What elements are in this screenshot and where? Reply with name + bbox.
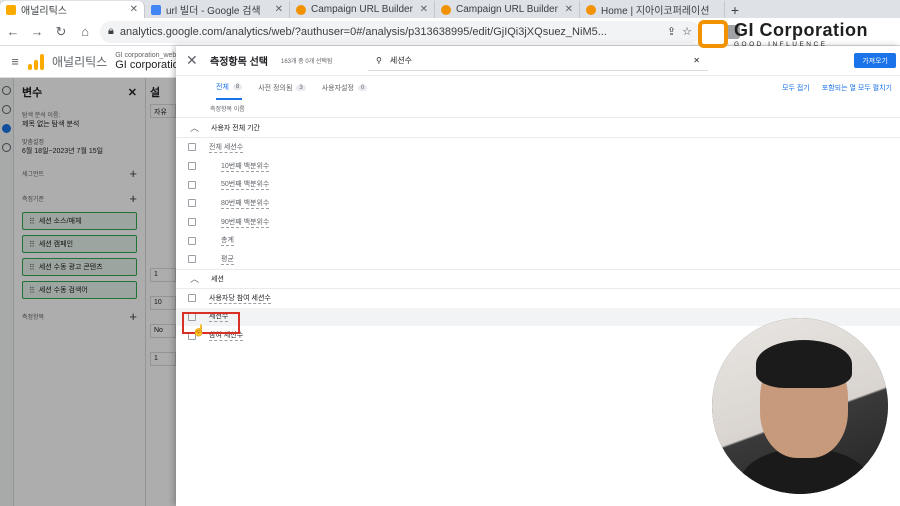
tab-all[interactable]: 전체 8 xyxy=(216,76,243,100)
lock-icon: 🔒︎ xyxy=(108,25,114,37)
checkbox[interactable] xyxy=(188,255,196,264)
metric-row[interactable]: 전체 세션수 xyxy=(176,138,900,157)
url-text: analytics.google.com/analytics/web/?auth… xyxy=(119,25,607,38)
address-bar[interactable]: 🔒︎ analytics.google.com/analytics/web/?a… xyxy=(100,20,700,43)
browser-tab-label: Campaign URL Builder xyxy=(311,4,413,15)
highlight-box xyxy=(182,312,240,334)
search-input[interactable]: ⚲ 세션수 ✕ xyxy=(368,51,708,71)
browser-tab-label: Home | 지아이코퍼레이션 xyxy=(601,6,710,17)
close-tab-icon[interactable]: ✕ xyxy=(275,4,283,15)
analytics-logo-icon xyxy=(28,53,44,70)
browser-tab-label: 애널리틱스 xyxy=(21,6,67,17)
menu-icon[interactable]: ≡ xyxy=(10,54,20,69)
brand-watermark: GI Corporation GOOD INFLUENCE xyxy=(698,20,868,48)
campaign-icon xyxy=(296,4,306,15)
bookmark-star-icon[interactable]: ☆ xyxy=(682,25,692,38)
analytics-icon xyxy=(6,4,16,15)
chevron-up-icon[interactable]: ︿ xyxy=(190,272,199,285)
search-icon: ⚲ xyxy=(376,56,382,65)
close-tab-icon[interactable]: ✕ xyxy=(420,4,428,15)
browser-tab[interactable]: Campaign URL Builder ✕ xyxy=(290,1,435,18)
clear-search-icon[interactable]: ✕ xyxy=(693,56,700,65)
home-site-icon xyxy=(586,4,596,15)
browser-tab[interactable]: url 빌더 - Google 검색 ✕ xyxy=(145,1,290,18)
browser-tab[interactable]: 애널리틱스 ✕ xyxy=(0,1,145,18)
checkbox[interactable] xyxy=(188,180,196,189)
tab-predefined[interactable]: 사전 정의됨 3 xyxy=(258,76,306,100)
checkbox[interactable] xyxy=(188,143,196,152)
home-icon[interactable]: ⌂ xyxy=(76,24,94,39)
expand-included-link[interactable]: 포함되는 열 모두 펼치기 xyxy=(822,83,892,93)
dialog-title: 측정항목 선택 xyxy=(210,57,268,68)
new-tab-button[interactable]: + xyxy=(725,2,745,18)
browser-tab-label: Campaign URL Builder xyxy=(456,4,558,15)
metric-row[interactable]: 평균 xyxy=(176,250,900,269)
tab-custom[interactable]: 사용자설정 0 xyxy=(322,76,368,100)
brand-name: GI Corporation xyxy=(734,20,868,40)
metric-tabs: 전체 8 사전 정의됨 3 사용자설정 0 모두 접기 포함되는 열 모두 펼치기 xyxy=(176,76,900,100)
checkbox[interactable] xyxy=(188,236,196,245)
presenter-webcam xyxy=(712,318,888,494)
hand-cursor-icon: ☝ xyxy=(192,325,206,337)
metric-row[interactable]: 90번째 백분위수 xyxy=(176,213,900,232)
close-icon[interactable]: ✕ xyxy=(186,52,200,69)
browser-tab-label: url 빌더 - Google 검색 xyxy=(166,6,261,17)
reload-icon[interactable]: ↻ xyxy=(52,24,70,40)
checkbox[interactable] xyxy=(188,218,196,227)
brand-logo-icon xyxy=(698,20,728,48)
import-button[interactable]: 가져오기 xyxy=(854,53,896,68)
metric-row[interactable]: 총계 xyxy=(176,231,900,250)
back-icon[interactable]: ← xyxy=(4,24,22,39)
group-header[interactable]: ︿ 세션 xyxy=(176,268,900,289)
checkbox[interactable] xyxy=(188,162,196,171)
google-icon xyxy=(151,4,161,15)
metric-row[interactable]: 사용자당 참여 세션수 xyxy=(176,289,900,308)
metric-row[interactable]: 50번째 백분위수 xyxy=(176,175,900,194)
checkbox[interactable] xyxy=(188,294,196,303)
campaign-icon xyxy=(441,4,451,15)
forward-icon[interactable]: → xyxy=(28,24,46,39)
browser-tab[interactable]: Home | 지아이코퍼레이션 xyxy=(580,1,725,18)
search-query: 세션수 xyxy=(389,56,412,65)
product-name: 애널리틱스 xyxy=(52,55,108,69)
collapse-all-link[interactable]: 모두 접기 xyxy=(782,83,810,93)
modal-backdrop[interactable] xyxy=(0,78,176,506)
selection-count: 163개 중 0개 선택됨 xyxy=(280,59,333,65)
browser-tab-strip: 애널리틱스 ✕ url 빌더 - Google 검색 ✕ Campaign UR… xyxy=(0,0,900,18)
browser-tab[interactable]: Campaign URL Builder ✕ xyxy=(435,1,580,18)
share-icon[interactable]: ⇪ xyxy=(667,25,676,38)
checkbox[interactable] xyxy=(188,199,196,208)
close-tab-icon[interactable]: ✕ xyxy=(565,4,573,15)
metric-row[interactable]: 80번째 백분위수 xyxy=(176,194,900,213)
chevron-up-icon[interactable]: ︿ xyxy=(190,121,199,134)
close-tab-icon[interactable]: ✕ xyxy=(130,4,138,15)
brand-tagline: GOOD INFLUENCE xyxy=(734,41,828,48)
group-header[interactable]: ︿ 사용자 전체 기간 xyxy=(176,118,900,138)
column-header: 측정항목 이름 xyxy=(176,100,900,118)
metric-row[interactable]: 10번째 백분위수 xyxy=(176,157,900,176)
